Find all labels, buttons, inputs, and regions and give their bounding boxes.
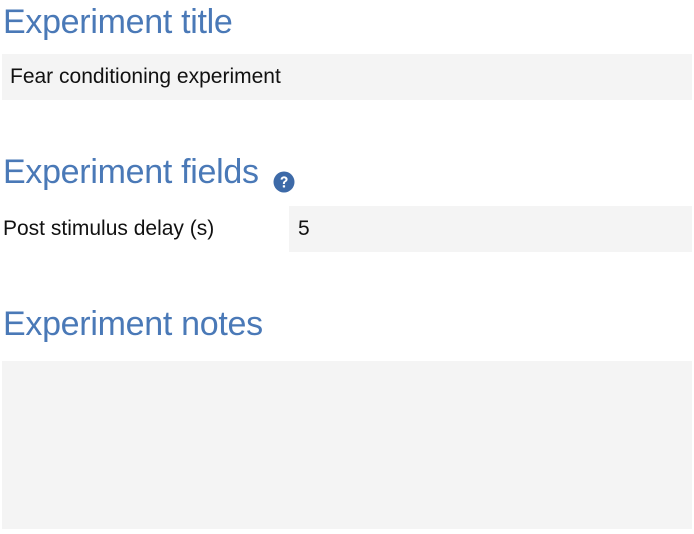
- question-circle-icon[interactable]: [273, 160, 295, 193]
- post-stimulus-delay-input[interactable]: [289, 206, 692, 252]
- experiment-title-heading: Experiment title: [3, 3, 233, 41]
- experiment-fields-heading-text: Experiment fields: [3, 153, 259, 191]
- experiment-title-input[interactable]: [2, 54, 692, 100]
- experiment-notes-heading: Experiment notes: [3, 305, 263, 343]
- experiment-notes-textarea[interactable]: [2, 361, 692, 529]
- post-stimulus-delay-label: Post stimulus delay (s): [3, 217, 215, 240]
- experiment-fields-heading: Experiment fields: [3, 150, 295, 194]
